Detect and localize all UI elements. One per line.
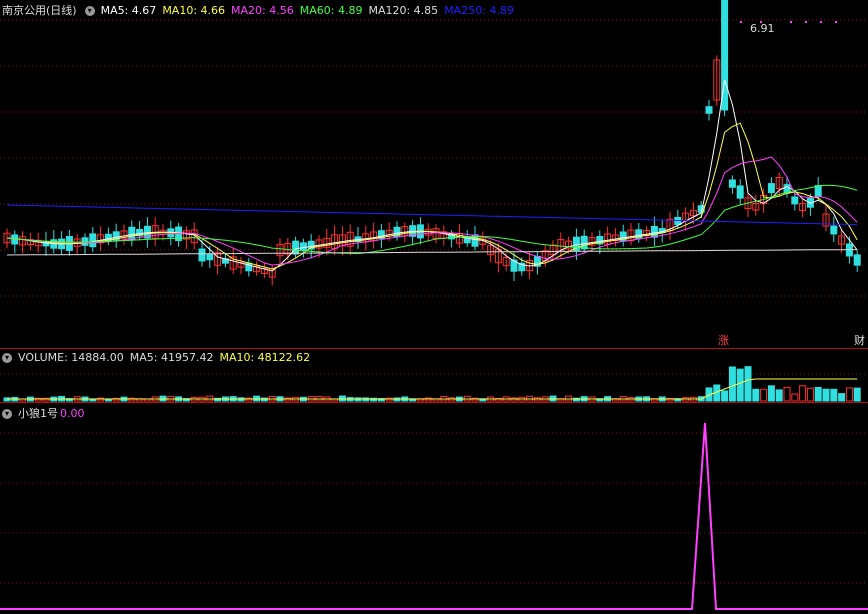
candle-body (292, 240, 300, 255)
indicator-title: 小狼1号 (18, 407, 58, 420)
candle-body (814, 185, 822, 198)
candle-body (299, 242, 307, 251)
stock-title: 南京公用(日线) (2, 4, 77, 17)
candle-body (650, 225, 658, 238)
indicator-value: 0.00 (60, 407, 85, 420)
ma-line (6, 122, 858, 270)
candle-body (11, 234, 19, 245)
ma60-label: MA60: 4.89 (299, 4, 363, 17)
candle-body (830, 225, 838, 235)
cai-tag[interactable]: 财 (854, 332, 865, 348)
candle-body (705, 106, 713, 114)
chevron-down-icon[interactable]: ▾ (2, 353, 12, 363)
candle-body (736, 185, 744, 199)
volume-bar (260, 397, 268, 402)
indicator-chart[interactable] (0, 403, 868, 614)
volume-bar (806, 387, 814, 402)
candlestick-chart[interactable] (0, 0, 868, 348)
indicator-legend: ▾ 小狼1号 0.00 (2, 405, 91, 421)
candle-body (728, 179, 736, 188)
candle-body (198, 248, 206, 262)
signal-marker (805, 21, 807, 23)
ma20-label: MA20: 4.56 (231, 4, 294, 17)
volume-bar (853, 387, 861, 402)
volume-bar (728, 366, 736, 402)
candle-body (89, 233, 97, 248)
candle-body (128, 226, 136, 241)
chevron-down-icon[interactable]: ▾ (2, 409, 12, 419)
candle-body (791, 196, 799, 205)
signal-marker (790, 21, 792, 23)
volume-bar (767, 385, 775, 402)
volume-bar (845, 387, 853, 402)
volume-bar (791, 393, 799, 402)
volume-bar (838, 393, 846, 402)
price-legend: 南京公用(日线) ▾ MA5: 4.67 MA10: 4.66 MA20: 4.56 MA… (2, 2, 520, 18)
volume-value: VOLUME: 14884.00 (18, 351, 124, 364)
volume-legend: ▾ VOLUME: 14884.00 MA5: 41957.42 MA10: 4812… (2, 351, 316, 364)
ma-line (6, 79, 858, 272)
candle-body (206, 253, 214, 261)
volume-bar (775, 389, 783, 402)
volume-bar (814, 386, 822, 402)
indicator-panel[interactable]: ▾ 小狼1号 0.00 (0, 403, 868, 614)
volume-bar (830, 388, 838, 402)
ma-line (6, 156, 858, 266)
indicator-line (0, 422, 868, 610)
ma-line (6, 184, 858, 255)
signal-marker (820, 21, 822, 23)
ma120-label: MA120: 4.85 (368, 4, 439, 17)
ma5-label: MA5: 4.67 (100, 4, 157, 17)
volume-bar (783, 386, 791, 402)
volume-bar (799, 385, 807, 402)
signal-marker (835, 21, 837, 23)
zhang-tag[interactable]: 涨 (718, 332, 729, 348)
volume-ma5: MA5: 41957.42 (129, 351, 214, 364)
high-price-label: 6.91 (750, 22, 775, 35)
volume-bar (760, 388, 768, 402)
volume-bar (752, 388, 760, 402)
ma10-label: MA10: 4.66 (162, 4, 226, 17)
volume-bar (721, 390, 729, 402)
candle-body (580, 235, 588, 250)
candle-body (767, 183, 775, 194)
volume-bar (736, 368, 744, 402)
volume-bar (744, 366, 752, 402)
volume-bar (424, 397, 432, 402)
price-panel[interactable]: 南京公用(日线) ▾ MA5: 4.67 MA10: 4.66 MA20: 4.56 MA… (0, 0, 868, 348)
volume-ma10: MA10: 48122.62 (219, 351, 311, 364)
chevron-down-icon[interactable]: ▾ (84, 6, 95, 16)
ma250-label: MA250: 4.89 (444, 4, 514, 17)
volume-panel[interactable]: ▾ VOLUME: 14884.00 MA5: 41957.42 MA10: 4812… (0, 349, 868, 402)
candle-body (853, 254, 861, 266)
signal-marker (740, 21, 742, 23)
volume-bar (822, 388, 830, 402)
